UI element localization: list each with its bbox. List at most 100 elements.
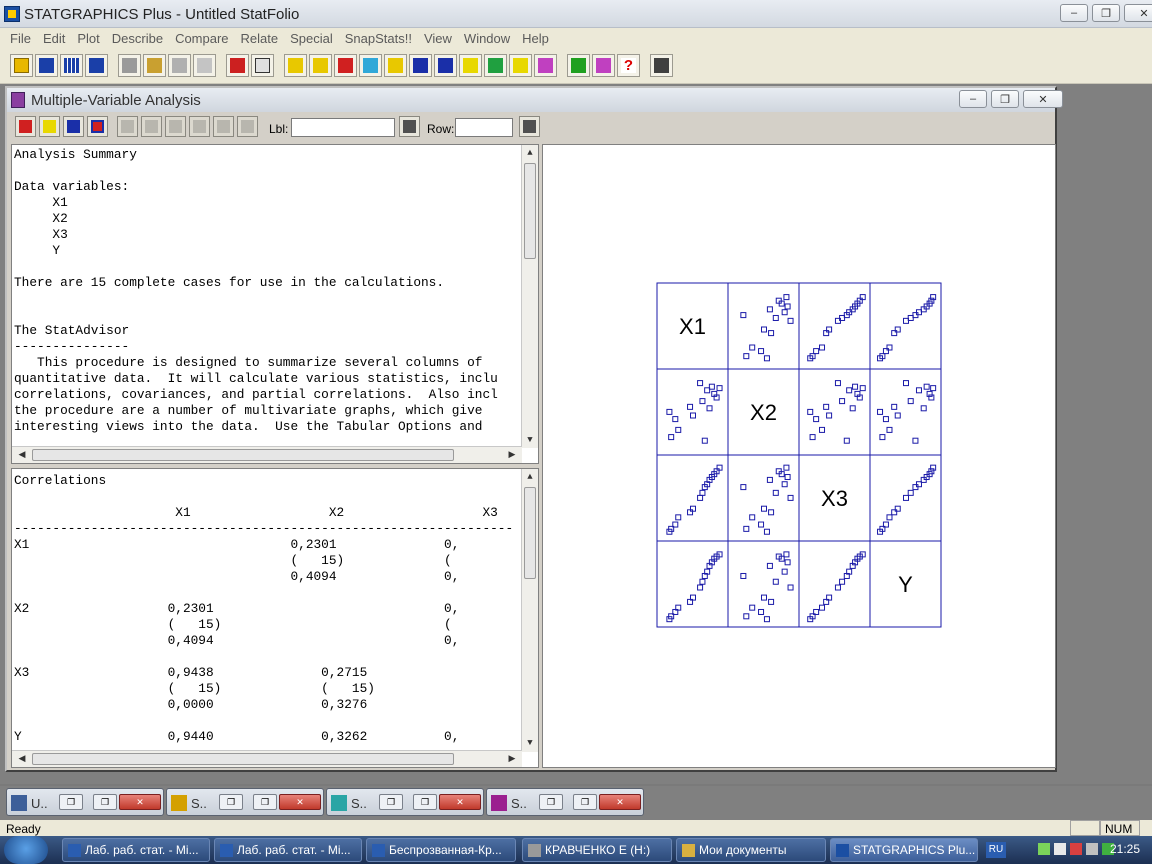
- plus-minus-icon[interactable]: [237, 116, 258, 137]
- scroll-right-icon[interactable]: ▶: [504, 751, 520, 767]
- restore-button[interactable]: ❐: [539, 794, 563, 810]
- volume-icon[interactable]: [1054, 843, 1066, 855]
- exclude-icon[interactable]: [213, 116, 234, 137]
- cross-icon[interactable]: [359, 54, 382, 77]
- menu-help[interactable]: Help: [516, 31, 555, 46]
- taskbar-button[interactable]: Лаб. раб. стат. - Mi...: [62, 838, 210, 862]
- minimized-window[interactable]: U.. ❐ ❐ ✕: [6, 788, 164, 816]
- numeric-data-icon[interactable]: [85, 54, 108, 77]
- child-minimize-button[interactable]: –: [959, 90, 987, 108]
- menu-compare[interactable]: Compare: [169, 31, 234, 46]
- taskbar-button[interactable]: Мои документы: [676, 838, 826, 862]
- data-grid-icon[interactable]: [60, 54, 83, 77]
- summary-vertical-scrollbar[interactable]: ▲ ▼: [521, 145, 538, 448]
- close-button[interactable]: ✕: [439, 794, 481, 810]
- brush-icon[interactable]: [189, 116, 210, 137]
- cut-icon[interactable]: [118, 54, 141, 77]
- jitter-icon[interactable]: [165, 116, 186, 137]
- copy-icon[interactable]: [143, 54, 166, 77]
- close-button[interactable]: ✕: [279, 794, 321, 810]
- save-icon[interactable]: [35, 54, 58, 77]
- menu-edit[interactable]: Edit: [37, 31, 71, 46]
- scroll-thumb[interactable]: [32, 449, 454, 461]
- close-button[interactable]: ✕: [119, 794, 161, 810]
- security-icon[interactable]: [1070, 843, 1082, 855]
- start-button[interactable]: [4, 836, 48, 864]
- menu-relate[interactable]: Relate: [235, 31, 285, 46]
- statadvisor-icon[interactable]: [567, 54, 590, 77]
- glm-icon[interactable]: [534, 54, 557, 77]
- maximize-button[interactable]: ❐: [573, 794, 597, 810]
- menu-snapstats[interactable]: SnapStats!!: [339, 31, 418, 46]
- language-indicator[interactable]: RU: [986, 842, 1006, 858]
- scroll-left-icon[interactable]: ◀: [14, 751, 30, 767]
- statwizard-icon[interactable]: [592, 54, 615, 77]
- restore-button[interactable]: ❐: [59, 794, 83, 810]
- network-icon[interactable]: [1038, 843, 1050, 855]
- summary-horizontal-scrollbar[interactable]: ◀ ▶: [12, 446, 522, 463]
- usb-icon[interactable]: [1086, 843, 1098, 855]
- correlations-horizontal-scrollbar[interactable]: ◀ ▶: [12, 750, 522, 767]
- scroll-thumb[interactable]: [524, 163, 536, 259]
- scroll-down-icon[interactable]: ▼: [522, 735, 538, 751]
- scatter-icon[interactable]: [284, 54, 307, 77]
- scroll-up-icon[interactable]: ▲: [522, 145, 538, 161]
- menu-window[interactable]: Window: [458, 31, 516, 46]
- scroll-up-icon[interactable]: ▲: [522, 469, 538, 485]
- taskbar-button[interactable]: Лаб. раб. стат. - Mi...: [214, 838, 362, 862]
- scroll-down-icon[interactable]: ▼: [522, 432, 538, 448]
- normal-curve-icon[interactable]: [434, 54, 457, 77]
- close-button[interactable]: ✕: [599, 794, 641, 810]
- globe-icon[interactable]: [484, 54, 507, 77]
- child-close-button[interactable]: ✕: [1023, 90, 1063, 108]
- graphical-options-icon[interactable]: [63, 116, 84, 137]
- menu-view[interactable]: View: [418, 31, 458, 46]
- scroll-thumb[interactable]: [32, 753, 454, 765]
- close-button[interactable]: ✕: [1124, 4, 1152, 22]
- line-chart-icon[interactable]: [459, 54, 482, 77]
- menu-file[interactable]: File: [4, 31, 37, 46]
- save-results-icon[interactable]: [87, 116, 108, 137]
- minimize-button[interactable]: –: [1060, 4, 1088, 22]
- restore-button[interactable]: ❐: [1092, 4, 1120, 22]
- analysis-window-icon[interactable]: [11, 92, 25, 108]
- open-folder-icon[interactable]: [10, 54, 33, 77]
- boxplot-icon[interactable]: [309, 54, 332, 77]
- help-icon[interactable]: ?: [617, 54, 640, 77]
- undo-icon[interactable]: [193, 54, 216, 77]
- child-restore-button[interactable]: ❐: [991, 90, 1019, 108]
- binoculars-icon[interactable]: [399, 116, 420, 137]
- move-icon[interactable]: [141, 116, 162, 137]
- minimized-window[interactable]: S.. ❐ ❐ ✕: [326, 788, 484, 816]
- scroll-right-icon[interactable]: ▶: [504, 447, 520, 463]
- sparkline-icon[interactable]: [384, 54, 407, 77]
- maximize-button[interactable]: ❐: [93, 794, 117, 810]
- scroll-left-icon[interactable]: ◀: [14, 447, 30, 463]
- wave-icon[interactable]: [409, 54, 432, 77]
- menu-plot[interactable]: Plot: [71, 31, 105, 46]
- maximize-button[interactable]: ❐: [413, 794, 437, 810]
- menu-describe[interactable]: Describe: [106, 31, 169, 46]
- taskbar-button[interactable]: STATGRAPHICS Plu...: [830, 838, 978, 862]
- pane-options-icon[interactable]: [117, 116, 138, 137]
- row-find-icon[interactable]: [519, 116, 540, 137]
- scatterplot-matrix-pane[interactable]: X1 X2 X3 Y: [542, 144, 1056, 768]
- correlations-vertical-scrollbar[interactable]: ▲ ▼: [521, 469, 538, 752]
- taskbar-button[interactable]: КРАВЧЕНКО Е (H:): [522, 838, 672, 862]
- minimized-window[interactable]: S.. ❐ ❐ ✕: [166, 788, 324, 816]
- lbl-field[interactable]: [291, 118, 395, 137]
- print-icon[interactable]: [226, 54, 249, 77]
- histogram-icon[interactable]: [334, 54, 357, 77]
- minimized-window[interactable]: S.. ❐ ❐ ✕: [486, 788, 644, 816]
- input-dialog-icon[interactable]: [15, 116, 36, 137]
- print-preview-icon[interactable]: [251, 54, 274, 77]
- step-chart-icon[interactable]: [509, 54, 532, 77]
- taskbar-button[interactable]: Беспрозванная-Кр...: [366, 838, 516, 862]
- maximize-button[interactable]: ❐: [253, 794, 277, 810]
- statgraphics-app-icon[interactable]: [4, 6, 20, 22]
- paste-icon[interactable]: [168, 54, 191, 77]
- row-field[interactable]: [455, 118, 513, 137]
- menu-special[interactable]: Special: [284, 31, 339, 46]
- tabular-options-icon[interactable]: [39, 116, 60, 137]
- scroll-thumb[interactable]: [524, 487, 536, 579]
